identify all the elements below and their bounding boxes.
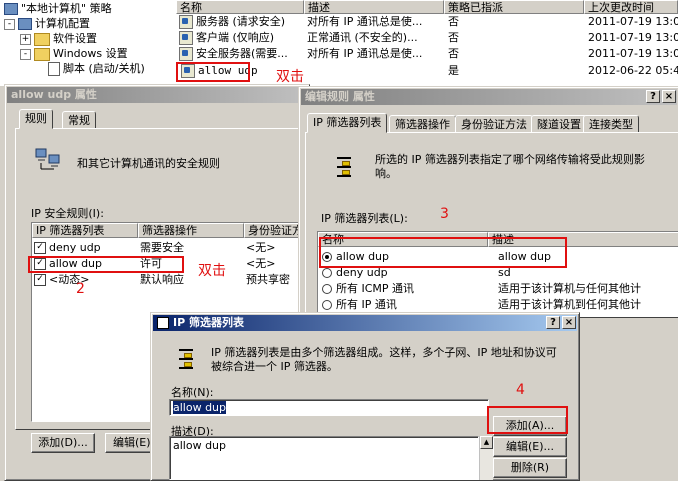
- column-header-description[interactable]: 描述: [488, 232, 678, 247]
- add-filter-button[interactable]: 添加(A)...: [493, 416, 567, 436]
- column-header-name[interactable]: 名称: [318, 232, 488, 247]
- rule-row[interactable]: ✓ deny udp 需要安全 <无>: [34, 240, 308, 255]
- policy-icon: [179, 47, 193, 61]
- annotation-step-4: 4: [516, 382, 525, 398]
- tab-general[interactable]: 常规: [62, 111, 96, 129]
- window-icon: [157, 317, 169, 329]
- tab-rules[interactable]: 规则: [19, 109, 53, 129]
- network-computers-icon: [35, 148, 60, 170]
- policy-icon: [181, 64, 195, 78]
- policy-icon: [179, 31, 193, 45]
- annotation-double-click-1: 双击: [276, 69, 304, 85]
- ip-filter-list-description: IP 筛选器列表是由多个筛选器组成。这样，多个子网、IP 地址和协议可被综合进一…: [211, 346, 557, 373]
- rule-checkbox[interactable]: ✓: [34, 242, 46, 254]
- script-icon: [48, 62, 60, 76]
- filter-radio[interactable]: [322, 300, 332, 310]
- column-header-name[interactable]: 名称: [176, 0, 304, 14]
- folder-icon: [34, 32, 50, 46]
- policy-row[interactable]: 服务器 (请求安全) 对所有 IP 通讯总是使... 否 2011-07-19 …: [176, 14, 678, 30]
- ip-filter-list-label: IP 筛选器列表(L):: [321, 212, 408, 225]
- policy-row[interactable]: 安全服务器(需要... 对所有 IP 通讯总是使... 否 2011-07-19…: [176, 46, 678, 62]
- annotation-step-3: 3: [440, 206, 449, 222]
- tree-item-software-settings[interactable]: + 软件设置: [20, 31, 97, 46]
- ip-filter-list-description: 所选的 IP 筛选器列表指定了哪个网络传输将受此规则影响。: [375, 153, 645, 180]
- tab-connection-type[interactable]: 连接类型: [583, 115, 639, 133]
- close-icon[interactable]: ×: [562, 316, 576, 329]
- filter-row-allow-dup[interactable]: allow dup allow dup: [322, 249, 678, 264]
- policy-row[interactable]: 客户端 (仅响应) 正常通讯 (不安全的)... 否 2011-07-19 13…: [176, 30, 678, 46]
- add-rule-button[interactable]: 添加(D)...: [31, 433, 95, 453]
- remove-filter-button[interactable]: 删除(R): [493, 458, 567, 478]
- expand-icon[interactable]: +: [20, 33, 31, 45]
- ip-filter-list: 名称 描述 allow dup allow dup deny udp sd 所有…: [317, 231, 678, 317]
- rules-description: 和其它计算机通讯的安全规则: [77, 157, 220, 170]
- description-textarea[interactable]: allow dup: [169, 436, 479, 480]
- edit-rule-properties-dialog: 编辑规则 属性 ? × IP 筛选器列表 筛选器操作 身份验证方法 隧道设置 连…: [298, 86, 678, 318]
- edit-filter-button[interactable]: 编辑(E)...: [493, 437, 567, 457]
- help-button[interactable]: ?: [646, 90, 660, 103]
- computer-icon: [18, 18, 32, 30]
- scroll-up-icon[interactable]: ▲: [480, 436, 493, 449]
- annotation-double-click-2: 双击: [198, 263, 226, 279]
- tab-filter-action[interactable]: 筛选器操作: [389, 115, 456, 133]
- filter-row[interactable]: deny udp sd: [322, 265, 678, 280]
- column-header-assigned[interactable]: 策略已指派: [444, 0, 584, 14]
- help-button[interactable]: ?: [546, 316, 560, 329]
- rule-row-allow-dup[interactable]: ✓ allow dup 许可 <无>: [34, 256, 308, 271]
- dialog-title-bar[interactable]: IP 筛选器列表 ? ×: [153, 315, 577, 331]
- description-scrollbar[interactable]: ▲: [479, 436, 493, 480]
- filter-radio[interactable]: [322, 268, 332, 278]
- ip-filter-icon: [179, 349, 195, 371]
- tab-ip-filter-list[interactable]: IP 筛选器列表: [307, 113, 388, 133]
- tree-item-scripts[interactable]: 脚本 (启动/关机): [48, 61, 145, 76]
- ip-filter-icon: [337, 157, 353, 179]
- policy-icon: [179, 15, 193, 29]
- column-header-modified[interactable]: 上次更改时间: [584, 0, 678, 14]
- folder-open-icon: [34, 47, 50, 61]
- column-header-filter-list[interactable]: IP 筛选器列表: [32, 223, 138, 238]
- column-header-filter-action[interactable]: 筛选器操作: [138, 223, 244, 238]
- filter-row[interactable]: 所有 ICMP 通讯 适用于该计算机与任何其他计: [322, 281, 678, 296]
- rule-checkbox[interactable]: ✓: [34, 274, 46, 286]
- collapse-icon[interactable]: -: [20, 48, 31, 60]
- computer-icon: [4, 3, 18, 15]
- column-header-description[interactable]: 描述: [304, 0, 444, 14]
- policy-row-allow-udp[interactable]: allow udp 是 2012-06-22 05:42: [176, 63, 678, 79]
- dialog-title-bar[interactable]: allow udp 属性: [7, 87, 307, 103]
- policy-tree: "本地计算机" 策略 - 计算机配置 + 软件设置 - Windows 设置 脚本 (…: [0, 0, 177, 86]
- filter-radio-selected[interactable]: [322, 252, 332, 262]
- dialog-title-bar[interactable]: 编辑规则 属性 ? ×: [301, 89, 677, 105]
- filter-row[interactable]: 所有 IP 通讯 适用于该计算机到任何其他计: [322, 297, 678, 312]
- collapse-icon[interactable]: -: [4, 18, 15, 30]
- ipsec-policy-list: 名称 描述 策略已指派 上次更改时间 服务器 (请求安全) 对所有 IP 通讯总…: [176, 0, 678, 86]
- close-icon[interactable]: ×: [662, 90, 676, 103]
- tree-item-computer-config[interactable]: - 计算机配置: [4, 16, 90, 31]
- filter-radio[interactable]: [322, 284, 332, 294]
- tab-auth-methods[interactable]: 身份验证方法: [455, 115, 533, 133]
- tree-item-local-policy[interactable]: "本地计算机" 策略: [4, 1, 112, 16]
- rules-list-label: IP 安全规则(I):: [31, 207, 104, 220]
- rule-checkbox[interactable]: ✓: [34, 258, 46, 270]
- name-label: 名称(N):: [171, 386, 214, 399]
- tree-item-windows-settings[interactable]: - Windows 设置: [20, 46, 128, 61]
- annotation-step-2: 2: [76, 281, 85, 297]
- name-input[interactable]: allow dup: [169, 399, 489, 416]
- tab-tunnel-settings[interactable]: 隧道设置: [531, 115, 587, 133]
